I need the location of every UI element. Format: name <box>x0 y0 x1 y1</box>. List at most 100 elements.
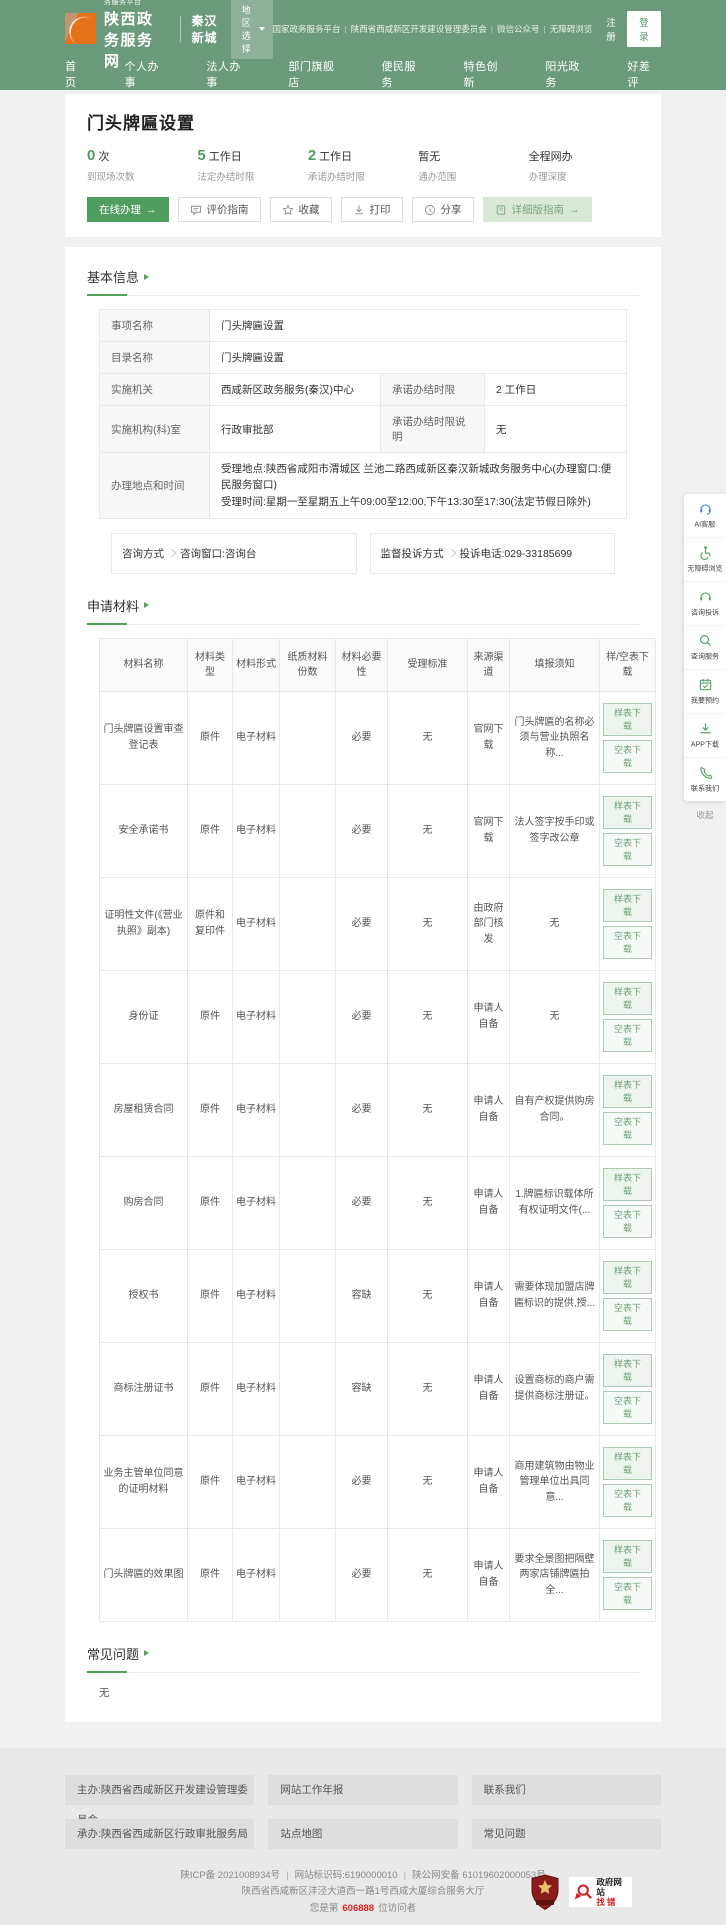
table-row: 事项名称 门头牌匾设置 <box>100 310 627 342</box>
row-label: 事项名称 <box>100 310 210 342</box>
footer-boxes-row-1: 主办:陕西省西咸新区开发建设管理委员会网站工作年报联系我们 <box>65 1775 661 1805</box>
blank-download-button[interactable]: 空表下载 <box>603 833 652 866</box>
print-button[interactable]: 打印 <box>341 197 403 222</box>
sidebar-item-5[interactable]: APP下载 <box>684 714 726 758</box>
nav-item-7[interactable]: 好差评 <box>627 58 661 90</box>
material-copies <box>280 1063 336 1156</box>
blank-download-button[interactable]: 空表下载 <box>603 1391 652 1424</box>
blank-download-button[interactable]: 空表下载 <box>603 926 652 959</box>
material-form: 电子材料 <box>233 1249 280 1342</box>
blank-download-button[interactable]: 空表下载 <box>603 1298 652 1331</box>
triangle-right-icon <box>144 274 149 280</box>
material-copies <box>280 1156 336 1249</box>
basic-info-header: 基本信息 <box>87 267 639 296</box>
header-link-0[interactable]: 国家政务服务平台 <box>273 23 341 35</box>
material-downloads: 样表下载空表下载 <box>600 1063 656 1156</box>
sample-download-button[interactable]: 样表下载 <box>603 1075 652 1108</box>
blank-download-button[interactable]: 空表下载 <box>603 1577 652 1610</box>
column-header: 样/空表下载 <box>600 638 656 691</box>
gov-site-find-error-badge[interactable]: 政府网站 找错 <box>569 1877 632 1907</box>
sample-download-button[interactable]: 样表下载 <box>603 703 652 736</box>
blank-download-button[interactable]: 空表下载 <box>603 1112 652 1145</box>
material-source: 官网下载 <box>468 691 510 784</box>
material-form: 电子材料 <box>233 1528 280 1621</box>
favorite-button[interactable]: 收藏 <box>270 197 332 222</box>
footer-box-1[interactable]: 站点地图 <box>268 1819 457 1849</box>
blank-download-button[interactable]: 空表下载 <box>603 740 652 773</box>
material-row: 证明性文件(《营业执照》副本)原件和复印件电子材料必要无由政府部门核发无样表下载… <box>100 877 656 970</box>
basic-info-table: 事项名称 门头牌匾设置 目录名称 门头牌匾设置 实施机关 西咸新区政务服务(秦汉… <box>99 309 627 519</box>
footer-box-0[interactable]: 承办:陕西省西咸新区行政审批服务局 <box>65 1819 254 1849</box>
material-note: 自有产权提供购房合同。 <box>510 1063 600 1156</box>
nav-item-0[interactable]: 首页 <box>65 58 87 90</box>
nav-item-4[interactable]: 便民服务 <box>382 58 427 90</box>
sidebar-item-4[interactable]: 我要预约 <box>684 670 726 714</box>
nav-item-6[interactable]: 阳光政务 <box>545 58 590 90</box>
materials-body: 门头牌匾设置审查登记表原件电子材料必要无官网下载门头牌匾的名称必须与营业执照名称… <box>100 691 656 1621</box>
sidebar-item-2[interactable]: 咨询投诉 <box>684 582 726 626</box>
header-link-3[interactable]: 无障碍浏览 <box>550 23 593 35</box>
material-copies <box>280 1342 336 1435</box>
faq-section: 常见问题 无 <box>87 1644 639 1700</box>
row-label: 承诺办结时限 <box>381 374 485 406</box>
table-row: 办理地点和时间 受理地点:陕西省咸阳市渭城区 兰池二路西咸新区秦汉新城政务服务中… <box>100 453 627 519</box>
share-button[interactable]: 分享 <box>412 197 474 222</box>
sidebar-item-1[interactable]: 无障碍浏览 <box>684 538 726 582</box>
register-link[interactable]: 注册 <box>606 15 616 43</box>
sample-download-button[interactable]: 样表下载 <box>603 1261 652 1294</box>
stat-label: 通办范围 <box>418 169 528 183</box>
sample-download-button[interactable]: 样表下载 <box>603 1354 652 1387</box>
sample-download-button[interactable]: 样表下载 <box>603 796 652 829</box>
table-row: 目录名称 门头牌匾设置 <box>100 342 627 374</box>
magnifier-flag-icon <box>573 1881 593 1903</box>
header-link-2[interactable]: 微信公众号 <box>497 23 540 35</box>
stat-item: 5工作日法定办结时限 <box>197 147 307 183</box>
footer-box-0[interactable]: 主办:陕西省西咸新区开发建设管理委员会 <box>65 1775 254 1805</box>
sample-download-button[interactable]: 样表下载 <box>603 889 652 922</box>
sidebar-item-6[interactable]: 联系我们 <box>684 758 726 801</box>
footer-box-2[interactable]: 常见问题 <box>472 1819 661 1849</box>
material-copies <box>280 784 336 877</box>
service-title-card: 门头牌匾设置 0次到现场次数5工作日法定办结时限2工作日承诺办结时限暂无通办范围… <box>65 94 661 237</box>
separator: | <box>286 1870 288 1881</box>
blank-download-button[interactable]: 空表下载 <box>603 1205 652 1238</box>
header-link-1[interactable]: 陕西省西咸新区开发建设管理委员会 <box>351 23 487 35</box>
nav-item-3[interactable]: 部门旗舰店 <box>288 58 344 90</box>
nav-item-5[interactable]: 特色创新 <box>463 58 508 90</box>
visitor-count: 606888 <box>342 1903 374 1914</box>
online-apply-button[interactable]: 在线办理 → <box>87 197 169 222</box>
triangle-right-icon <box>144 602 149 608</box>
detail-guide-button[interactable]: 详细版指南 → <box>483 197 592 222</box>
sample-download-button[interactable]: 样表下载 <box>603 1447 652 1480</box>
sample-download-button[interactable]: 样表下载 <box>603 1540 652 1573</box>
accept-time: 受理时间:星期一至星期五上午09:00至12:00,下午13:30至17:30(… <box>221 494 615 510</box>
stat-unit: 工作日 <box>209 151 242 163</box>
sample-download-button[interactable]: 样表下载 <box>603 1168 652 1201</box>
nav-item-2[interactable]: 法人办事 <box>206 58 251 90</box>
material-form: 电子材料 <box>233 691 280 784</box>
footer-box-2[interactable]: 联系我们 <box>472 1775 661 1805</box>
column-header: 材料名称 <box>100 638 188 691</box>
police-badge-icon[interactable] <box>530 1874 560 1911</box>
sample-download-button[interactable]: 样表下载 <box>603 982 652 1015</box>
material-standard: 无 <box>388 1435 468 1528</box>
material-row: 购房合同原件电子材料必要无申请人自备1.牌匾标识载体所有权证明文件(...样表下… <box>100 1156 656 1249</box>
blank-download-button[interactable]: 空表下载 <box>603 1019 652 1052</box>
sidebar-collapse-button[interactable]: 收起 <box>684 801 726 821</box>
footer-box-1[interactable]: 网站工作年报 <box>268 1775 457 1805</box>
stat-number: 0 <box>87 147 95 164</box>
login-button[interactable]: 登录 <box>627 11 661 47</box>
faq-content: 无 <box>87 1673 639 1700</box>
sidebar-item-label: 咨询投诉 <box>691 608 719 618</box>
region-select-button[interactable]: 地区选择 <box>231 0 273 59</box>
material-standard: 无 <box>388 1063 468 1156</box>
sidebar-item-3[interactable]: 查询服务 <box>684 626 726 670</box>
material-form: 电子材料 <box>233 877 280 970</box>
nav-item-1[interactable]: 个人办事 <box>124 58 169 90</box>
sidebar-item-0[interactable]: AI客服 <box>684 494 726 538</box>
review-guide-button[interactable]: 评价指南 <box>178 197 261 222</box>
material-note: 无 <box>510 877 600 970</box>
material-necessity: 必要 <box>336 1528 388 1621</box>
table-row: 实施机关 西咸新区政务服务(秦汉)中心 承诺办结时限 2 工作日 <box>100 374 627 406</box>
blank-download-button[interactable]: 空表下载 <box>603 1484 652 1517</box>
